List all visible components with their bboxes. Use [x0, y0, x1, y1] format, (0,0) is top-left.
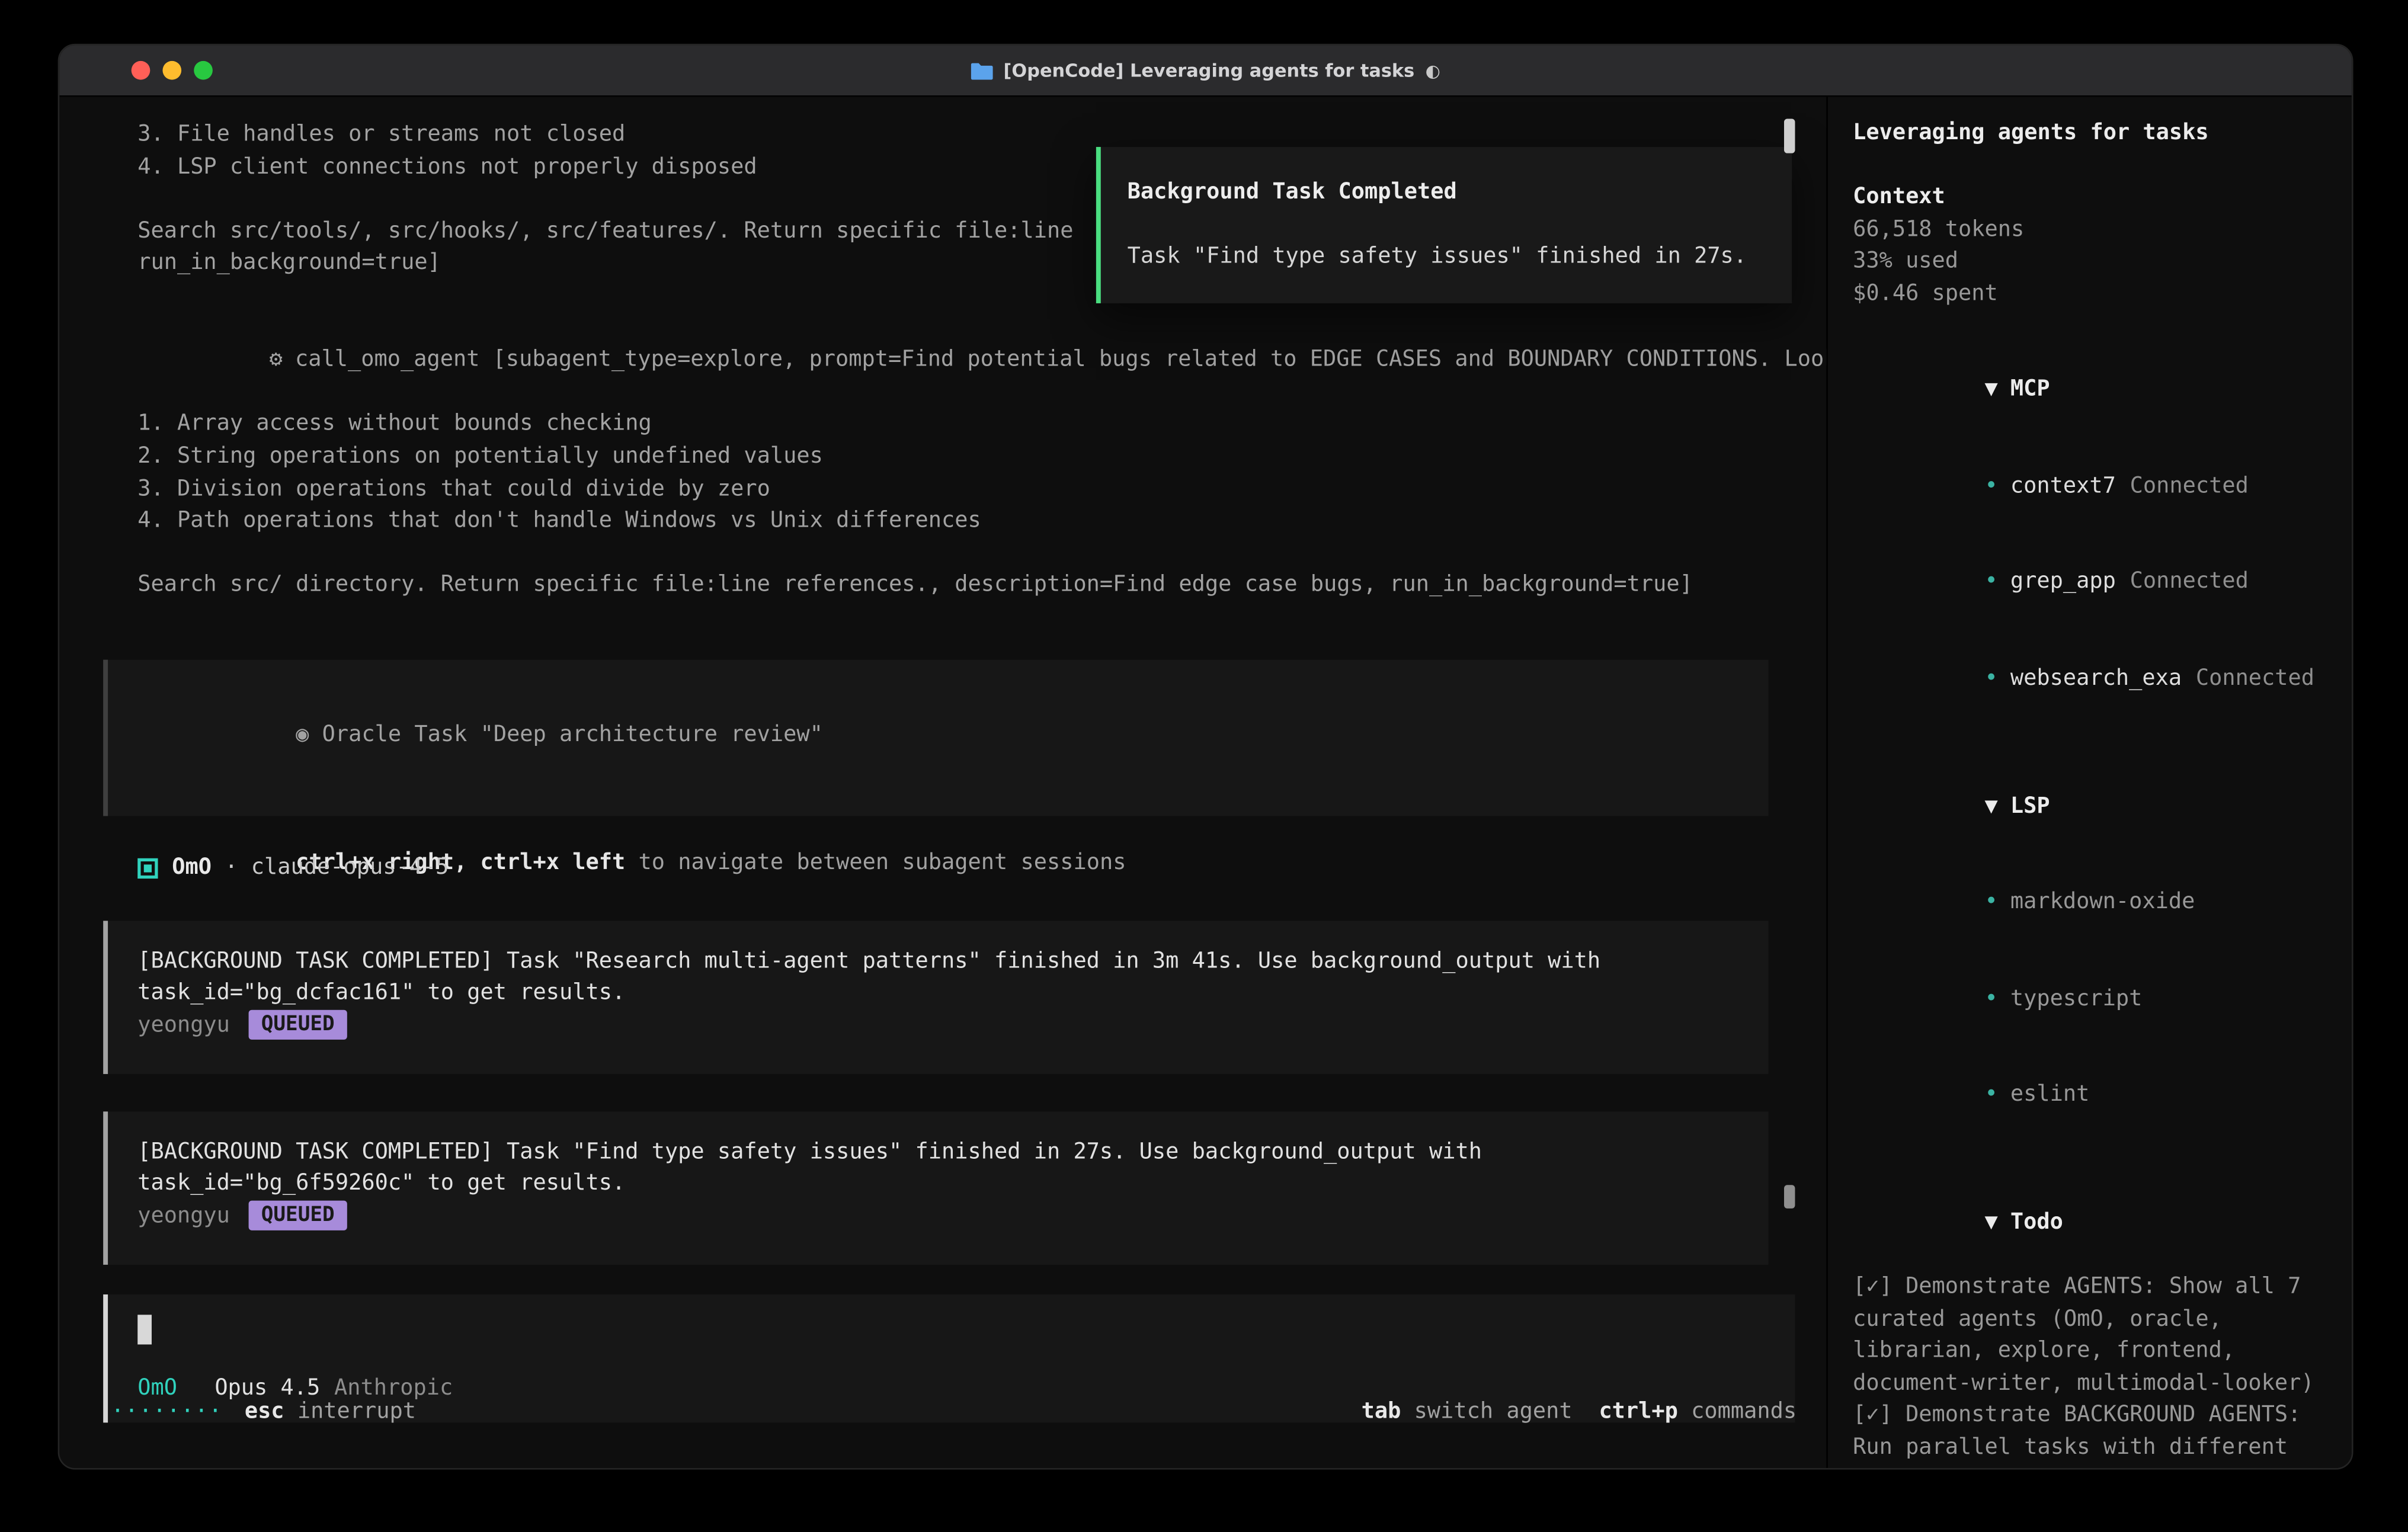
queued-badge: QUEUED: [249, 1011, 347, 1040]
agent-name: OmO: [172, 852, 212, 884]
oracle-task-title: Oracle Task "Deep architecture review": [309, 722, 822, 746]
terminal-line: 2. String operations on potentially unde…: [59, 441, 1826, 473]
oracle-task-panel[interactable]: ◉ Oracle Task "Deep architecture review"…: [103, 659, 1768, 816]
bullet-icon: •: [1985, 473, 1998, 498]
terminal-line: Search src/ directory. Return specific f…: [59, 569, 1826, 601]
agent-model: · claude-opus-4-5: [212, 852, 449, 884]
agent-icon: [137, 858, 158, 878]
tab-key-hint: tab: [1362, 1397, 1401, 1429]
tool-call-line: ⚙call_omo_agent [subagent_type=explore, …: [59, 312, 1826, 409]
lsp-item: •eslint: [1853, 1047, 2353, 1143]
session-title: Leveraging agents for tasks: [1853, 117, 2353, 149]
minimize-window-button[interactable]: [162, 61, 181, 80]
message-author: yeongyu: [137, 1200, 230, 1232]
window-title: [OpenCode] Leveraging agents for tasks ◐: [971, 59, 1440, 81]
main-scrollbar-thumb[interactable]: [1784, 1185, 1795, 1209]
todo-item-done: [✓] Demonstrate BACKGROUND AGENTS: Run p…: [1853, 1399, 2353, 1470]
todo-item-done: [✓] Demonstrate AGENTS: Show all 7 curat…: [1853, 1271, 2353, 1399]
terminal-line: 4. Path operations that don't handle Win…: [59, 505, 1826, 537]
main-scrollbar-thumb[interactable]: [1784, 119, 1795, 153]
chevron-down-icon: ▼: [1985, 1210, 1998, 1235]
terminal-line: [59, 537, 1826, 569]
todo-section-header[interactable]: ▼Todo: [1853, 1175, 2353, 1271]
terminal-main: 3. File handles or streams not closed 4.…: [59, 97, 1826, 1470]
background-task-message[interactable]: [BACKGROUND TASK COMPLETED] Task "Find t…: [103, 1111, 1768, 1264]
mcp-section-header[interactable]: ▼MCP: [1853, 342, 2353, 438]
message-line: [BACKGROUND TASK COMPLETED] Task "Resear…: [137, 945, 1737, 977]
window-title-text: [OpenCode] Leveraging agents for tasks: [1004, 59, 1415, 81]
traffic-lights: [132, 61, 213, 80]
navigation-shortcut-label: to navigate between subagent sessions: [625, 850, 1126, 875]
background-task-toast[interactable]: Background Task Completed Task "Find typ…: [1096, 147, 1792, 303]
record-icon: ◉: [296, 722, 309, 746]
esc-key-label: interrupt: [284, 1397, 416, 1429]
background-task-message[interactable]: [BACKGROUND TASK COMPLETED] Task "Resear…: [103, 920, 1768, 1073]
lsp-item: •markdown-oxide: [1853, 854, 2353, 950]
terminal-window: [OpenCode] Leveraging agents for tasks ◐…: [58, 44, 2353, 1470]
bullet-icon: •: [1985, 569, 1998, 594]
bullet-icon: •: [1985, 890, 1998, 915]
sidebar: Leveraging agents for tasks Context 66,5…: [1826, 97, 2353, 1470]
bullet-icon: •: [1985, 665, 1998, 690]
toast-title: Background Task Completed: [1128, 177, 1767, 209]
mcp-item: •websearch_exaConnected: [1853, 630, 2353, 726]
lsp-section-header[interactable]: ▼LSP: [1853, 758, 2353, 854]
timer-icon: ◐: [1426, 60, 1440, 81]
ctrlp-key-label: commands: [1678, 1397, 1797, 1429]
message-line: task_id="bg_dcfac161" to get results.: [137, 977, 1737, 1009]
gear-icon: ⚙: [270, 347, 283, 372]
terminal-line: 1. Array access without bounds checking: [59, 409, 1826, 441]
chevron-down-icon: ▼: [1985, 377, 1998, 402]
zoom-window-button[interactable]: [194, 61, 213, 80]
context-used: 33% used: [1853, 245, 2353, 277]
esc-key-hint: esc: [245, 1397, 284, 1429]
bullet-icon: •: [1985, 1082, 1998, 1107]
context-tokens: 66,518 tokens: [1853, 213, 2353, 245]
toast-body: Task "Find type safety issues" finished …: [1128, 241, 1767, 273]
message-line: task_id="bg_6f59260c" to get results.: [137, 1168, 1737, 1200]
desktop: [OpenCode] Leveraging agents for tasks ◐…: [0, 0, 2408, 1532]
mcp-item: •grep_appConnected: [1853, 534, 2353, 630]
context-spent: $0.46 spent: [1853, 277, 2353, 309]
chevron-down-icon: ▼: [1985, 793, 1998, 818]
spinner-dots: ········: [111, 1397, 223, 1429]
queued-badge: QUEUED: [249, 1201, 347, 1231]
terminal-line: 3. Division operations that could divide…: [59, 473, 1826, 505]
text-cursor: [137, 1314, 152, 1344]
context-section-header: Context: [1853, 181, 2353, 213]
close-window-button[interactable]: [132, 61, 150, 80]
tab-key-label: switch agent: [1401, 1397, 1572, 1429]
status-bar: ········ esc interrupt tab switch agent …: [59, 1397, 1826, 1429]
folder-icon: [971, 62, 992, 79]
window-titlebar[interactable]: [OpenCode] Leveraging agents for tasks ◐: [59, 46, 2352, 97]
lsp-item: •typescript: [1853, 950, 2353, 1046]
tool-call-text: call_omo_agent [subagent_type=explore, p…: [295, 347, 1890, 372]
ctrlp-key-hint: ctrl+p: [1599, 1397, 1677, 1429]
terminal-line: 3. File handles or streams not closed: [59, 119, 1826, 151]
message-author: yeongyu: [137, 1009, 230, 1041]
mcp-item: •context7Connected: [1853, 438, 2353, 534]
bullet-icon: •: [1985, 986, 1998, 1011]
message-line: [BACKGROUND TASK COMPLETED] Task "Find t…: [137, 1136, 1737, 1168]
